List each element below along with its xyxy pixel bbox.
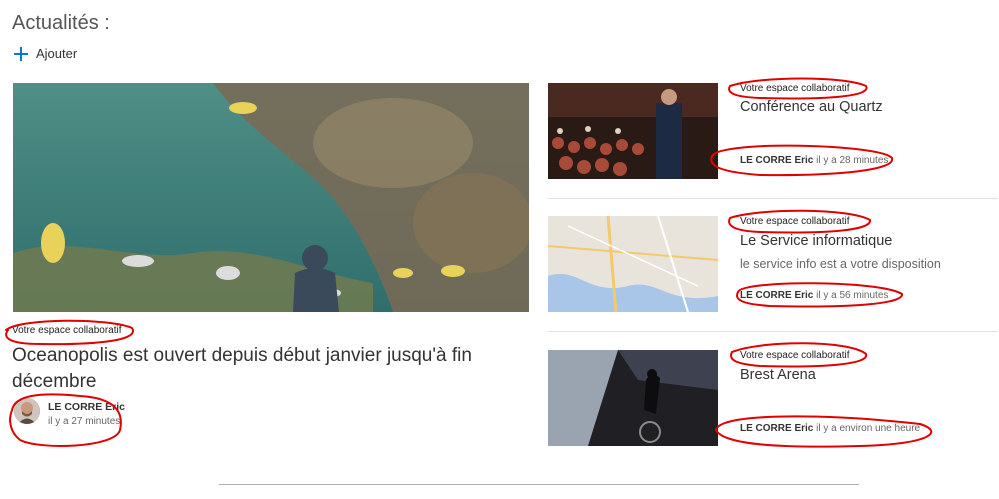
card-image-2[interactable] [548, 216, 718, 312]
card-author-2[interactable]: LE CORRE Eric [740, 290, 813, 301]
card-time-3: il y a environ une heure [816, 423, 921, 434]
card-meta-1: LE CORRE Eric il y a 28 minutes [740, 155, 888, 166]
section-bottom-divider [219, 484, 859, 485]
card-headline-3[interactable]: Brest Arena [740, 367, 816, 383]
card-headline-1[interactable]: Conférence au Quartz [740, 99, 883, 115]
card-image-1[interactable] [548, 83, 718, 179]
card-author-3[interactable]: LE CORRE Eric [740, 423, 813, 434]
card-time-2: il y a 56 minutes [816, 290, 889, 301]
hero-article-image[interactable] [13, 83, 529, 312]
card-divider [548, 331, 998, 332]
card-divider [548, 198, 998, 199]
card-site-label-1[interactable]: Votre espace collaboratif [740, 83, 850, 94]
card-meta-2: LE CORRE Eric il y a 56 minutes [740, 290, 888, 301]
hero-site-label[interactable]: Votre espace collaboratif [12, 325, 122, 336]
hero-time: il y a 27 minutes [48, 416, 121, 427]
card-author-1[interactable]: LE CORRE Eric [740, 155, 813, 166]
plus-icon [14, 46, 28, 61]
hero-headline[interactable]: Oceanopolis est ouvert depuis début janv… [12, 343, 492, 395]
card-image-3[interactable] [548, 350, 718, 446]
card-site-label-3[interactable]: Votre espace collaboratif [740, 350, 850, 361]
add-news-label: Ajouter [36, 46, 78, 61]
add-news-button[interactable]: Ajouter [14, 46, 77, 61]
card-site-label-2[interactable]: Votre espace collaboratif [740, 216, 850, 227]
section-title: Actualités : [12, 12, 110, 34]
author-avatar [14, 398, 40, 424]
card-headline-2[interactable]: Le Service informatique [740, 233, 892, 249]
card-time-1: il y a 28 minutes [816, 155, 889, 166]
card-description-2: le service info est a votre disposition [740, 257, 941, 271]
card-meta-3: LE CORRE Eric il y a environ une heure [740, 423, 920, 434]
hero-author[interactable]: LE CORRE Eric [48, 401, 125, 413]
